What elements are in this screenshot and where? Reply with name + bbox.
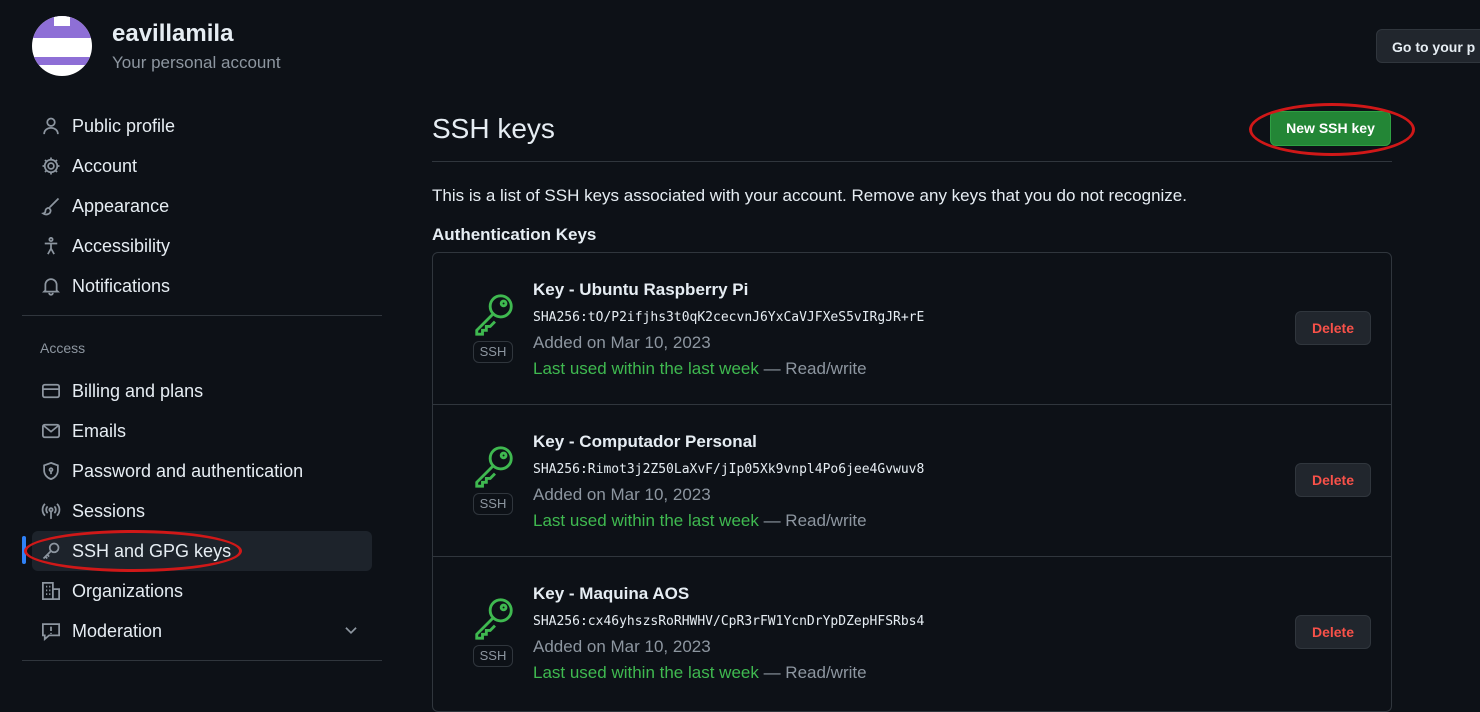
sidebar-item-ssh-gpg-keys[interactable]: SSH and GPG keys [32,531,372,571]
title-divider [432,161,1392,162]
key-fingerprint: SHA256:cx46yhszsRoRHWHV/CpR3rFW1YcnDrYpD… [533,614,925,629]
ssh-key-row: SSH Key - Maquina AOS SHA256:cx46yhszsRo… [433,557,1391,709]
key-fingerprint: SHA256:Rimot3j2Z50LaXvF/jIp05Xk9vnpl4Po6… [533,462,925,477]
key-usage: Last used within the last week — Read/wr… [533,663,867,683]
avatar[interactable] [32,16,92,76]
sidebar-item-label: Billing and plans [72,380,204,401]
key-icon [475,446,513,488]
access-section-label: Access [40,340,86,356]
page-description: This is a list of SSH keys associated wi… [432,186,1187,205]
paintbrush-icon [40,195,62,217]
last-used-text: Last used within the last week [533,511,759,530]
ssh-key-list: SSH Key - Ubuntu Raspberry Pi SHA256:tO/… [432,252,1392,712]
sidebar-item-notifications[interactable]: Notifications [32,266,372,306]
sidebar-divider [22,315,382,316]
key-usage: Last used within the last week — Read/wr… [533,359,867,379]
username: eavillamila [112,20,234,47]
key-fingerprint: SHA256:tO/P2ifjhs3t0qK2cecvnJ6YxCaVJFXeS… [533,310,925,325]
sidebar-item-label: Organizations [72,580,184,601]
accessibility-icon [40,235,62,257]
sidebar-divider [22,660,382,661]
key-added-date: Added on Mar 10, 2023 [533,485,711,504]
broadcast-icon [40,500,62,522]
sidebar-item-billing[interactable]: Billing and plans [32,371,372,411]
sidebar-item-label: Moderation [72,620,163,641]
active-indicator [22,536,26,564]
chevron-down-icon[interactable] [342,621,360,644]
sidebar-item-label: Account [72,155,138,176]
sidebar-item-password[interactable]: Password and authentication [32,451,372,491]
go-to-profile-button[interactable]: Go to your p [1376,29,1480,63]
access-level: — Read/write [758,359,867,378]
sidebar-item-accessibility[interactable]: Accessibility [32,226,372,266]
sidebar-item-label: SSH and GPG keys [72,540,232,561]
ssh-key-row: SSH Key - Computador Personal SHA256:Rim… [433,405,1391,557]
shield-lock-icon [40,460,62,482]
sidebar-item-public-profile[interactable]: Public profile [32,106,372,146]
access-level: — Read/write [758,663,867,682]
key-usage: Last used within the last week — Read/wr… [533,511,867,531]
key-icon [475,294,513,336]
sidebar-item-moderation[interactable]: Moderation [32,611,372,651]
key-title: Key - Ubuntu Raspberry Pi [533,280,749,299]
new-ssh-key-button[interactable]: New SSH key [1270,111,1391,146]
ssh-badge: SSH [473,493,513,515]
last-used-text: Last used within the last week [533,663,759,682]
delete-button[interactable]: Delete [1295,615,1371,649]
sidebar-item-label: Appearance [72,195,170,216]
delete-button[interactable]: Delete [1295,463,1371,497]
bell-icon [40,275,62,297]
sidebar-item-sessions[interactable]: Sessions [32,491,372,531]
mail-icon [40,420,62,442]
access-level: — Read/write [758,511,867,530]
gear-icon [40,155,62,177]
last-used-text: Last used within the last week [533,359,759,378]
sidebar-item-label: Notifications [72,275,171,296]
organization-icon [40,580,62,602]
sidebar-item-organizations[interactable]: Organizations [32,571,372,611]
ssh-badge: SSH [473,341,513,363]
sidebar-item-label: Password and authentication [72,460,304,481]
key-icon [475,598,513,640]
ssh-badge: SSH [473,645,513,667]
sidebar-item-appearance[interactable]: Appearance [32,186,372,226]
key-added-date: Added on Mar 10, 2023 [533,637,711,656]
report-icon [40,620,62,642]
key-added-date: Added on Mar 10, 2023 [533,333,711,352]
credit-card-icon [40,380,62,402]
page-title: SSH keys [432,113,555,144]
person-icon [40,115,62,137]
sidebar-item-emails[interactable]: Emails [32,411,372,451]
ssh-key-row: SSH Key - Ubuntu Raspberry Pi SHA256:tO/… [433,253,1391,405]
sidebar-item-label: Emails [72,420,127,441]
key-title: Key - Maquina AOS [533,584,690,603]
key-title: Key - Computador Personal [533,432,757,451]
sidebar-item-label: Sessions [72,500,146,521]
section-heading: Authentication Keys [432,225,597,244]
sidebar-item-label: Accessibility [72,235,171,256]
sidebar-item-account[interactable]: Account [32,146,372,186]
account-subtitle: Your personal account [112,53,281,72]
key-icon [40,540,62,562]
sidebar-item-label: Public profile [72,115,176,136]
delete-button[interactable]: Delete [1295,311,1371,345]
